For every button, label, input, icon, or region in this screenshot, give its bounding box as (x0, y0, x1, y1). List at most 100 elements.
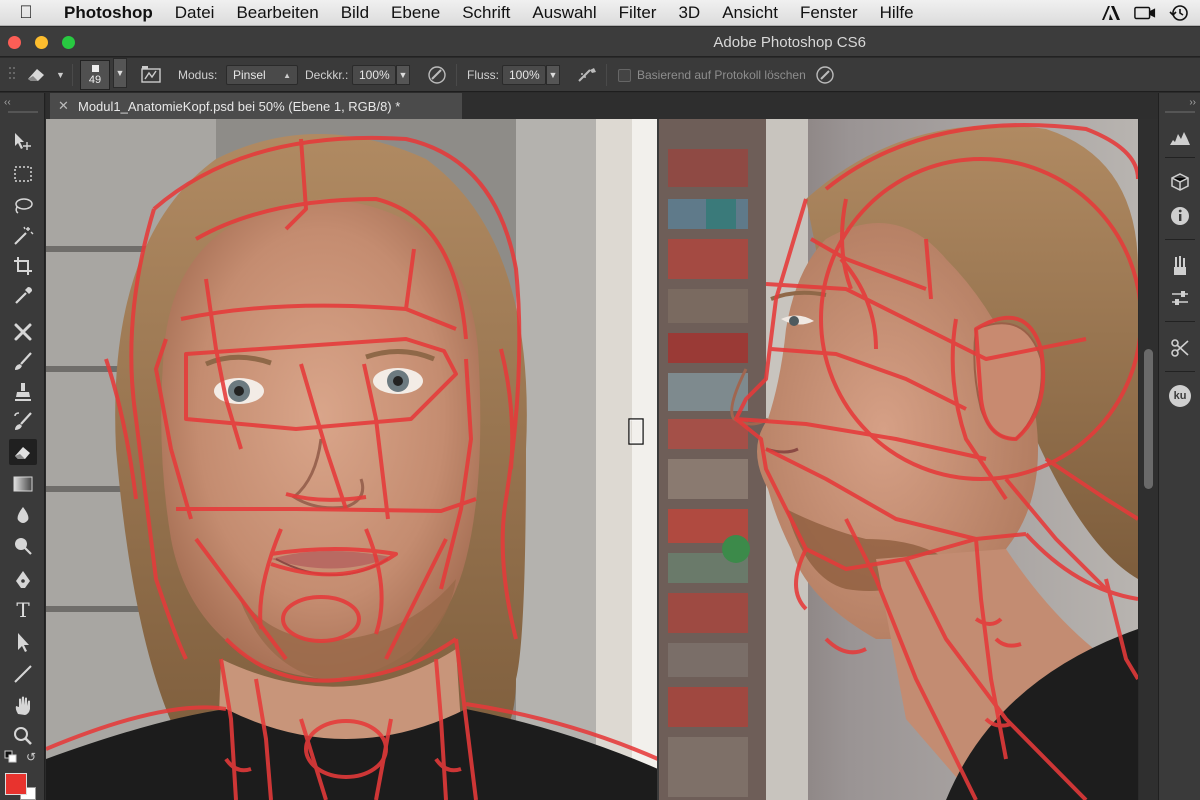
apple-icon[interactable]:  (0, 2, 52, 23)
toolbox: ‹‹ T ↺ (0, 93, 45, 800)
mode-value: Pinsel (233, 68, 266, 82)
panel-separator (1165, 321, 1195, 322)
blur-tool[interactable] (9, 503, 37, 529)
chevron-down-icon: ▼ (56, 70, 65, 80)
menu-ebene[interactable]: Ebene (380, 0, 451, 26)
hand-tool[interactable] (9, 693, 37, 719)
brush-presets-icon[interactable] (1167, 253, 1193, 279)
brush-picker-dropdown[interactable]: ▼ (113, 58, 127, 88)
document-tabbar: ✕ Modul1_AnatomieKopf.psd bei 50% (Ebene… (46, 93, 1158, 119)
scrollbar-thumb[interactable] (1144, 349, 1153, 489)
collapse-icon[interactable]: ‹‹ (4, 97, 11, 108)
gradient-tool[interactable] (9, 471, 37, 497)
document-tab-title: Modul1_AnatomieKopf.psd bei 50% (Ebene 1… (78, 98, 401, 114)
window-minimize-button[interactable] (35, 36, 48, 49)
airbrush-toggle[interactable] (576, 64, 600, 86)
stamp-tool[interactable] (9, 379, 37, 405)
ku-label: ku (1169, 385, 1191, 407)
dodge-tool[interactable] (9, 533, 37, 559)
close-icon[interactable]: ✕ (58, 98, 69, 114)
menu-datei[interactable]: Datei (164, 0, 226, 26)
menu-auswahl[interactable]: Auswahl (521, 0, 607, 26)
type-tool[interactable]: T (9, 597, 37, 623)
tool-preset-picker[interactable]: ▼ (24, 64, 65, 86)
toolbox-grip (8, 111, 38, 113)
menu-3d[interactable]: 3D (667, 0, 711, 26)
foreground-color-swatch[interactable] (5, 773, 27, 795)
window-close-button[interactable] (8, 36, 21, 49)
vertical-scrollbar[interactable] (1139, 119, 1158, 800)
expand-icon[interactable]: ›› (1189, 97, 1196, 108)
info-icon[interactable] (1167, 203, 1193, 229)
line-tool[interactable] (9, 661, 37, 687)
menu-bild[interactable]: Bild (330, 0, 380, 26)
window-title: Adobe Photoshop CS6 (713, 34, 866, 51)
options-bar: ▼ 49 ▼ Modus: Pinsel ▲ Deckkr.: 100% ▼ F… (0, 58, 1200, 92)
menu-ansicht[interactable]: Ansicht (711, 0, 789, 26)
panel-grip (1165, 111, 1195, 113)
flow-field[interactable]: 100% ▼ (502, 64, 560, 86)
options-separator (72, 64, 73, 86)
flow-value: 100% (509, 68, 540, 82)
menu-bearbeiten[interactable]: Bearbeiten (225, 0, 329, 26)
flow-slider-button[interactable]: ▼ (546, 65, 560, 85)
crop-tool[interactable] (9, 253, 37, 279)
pressure-size-toggle[interactable] (814, 64, 836, 86)
3d-icon[interactable] (1167, 169, 1193, 195)
pressure-opacity-toggle[interactable] (426, 64, 448, 86)
document-tab[interactable]: ✕ Modul1_AnatomieKopf.psd bei 50% (Ebene… (50, 93, 462, 119)
panel-dock: ›› ku (1158, 93, 1200, 800)
panel-separator (1165, 157, 1195, 158)
camera-icon[interactable] (1134, 4, 1156, 22)
adjustments-icon[interactable] (1167, 285, 1193, 311)
opacity-field[interactable]: 100% ▼ (352, 64, 410, 86)
marquee-tool[interactable] (9, 161, 37, 187)
panel-separator (1165, 371, 1195, 372)
menu-filter[interactable]: Filter (608, 0, 668, 26)
menu-schrift[interactable]: Schrift (451, 0, 521, 26)
history-erase-checkbox[interactable] (618, 68, 631, 82)
ku-icon[interactable]: ku (1167, 383, 1193, 409)
menu-hilfe[interactable]: Hilfe (869, 0, 925, 26)
history-erase-label: Basierend auf Protokoll löschen (637, 68, 806, 82)
zoom-tool[interactable] (9, 723, 37, 749)
magic-wand-tool[interactable] (9, 223, 37, 249)
mac-menubar:  Photoshop Datei Bearbeiten Bild Ebene … (0, 0, 1200, 26)
canvas-artwork (46, 119, 1138, 800)
brush-panel-toggle[interactable] (140, 64, 162, 86)
opacity-value: 100% (359, 68, 390, 82)
brush-tool[interactable] (9, 349, 37, 375)
default-colors-icon[interactable] (4, 750, 18, 769)
path-selection-tool[interactable] (9, 629, 37, 655)
brush-tip-icon (91, 65, 99, 72)
history-brush-tool[interactable] (9, 409, 37, 435)
brush-size-value: 49 (88, 74, 102, 86)
histogram-icon[interactable] (1167, 125, 1193, 151)
eraser-tool[interactable] (9, 439, 37, 465)
updown-icon: ▲ (283, 70, 291, 80)
pen-tool[interactable] (9, 567, 37, 593)
lasso-tool[interactable] (9, 193, 37, 219)
swap-colors-icon[interactable]: ↺ (26, 750, 36, 764)
menu-fenster[interactable]: Fenster (789, 0, 869, 26)
options-separator (606, 64, 607, 86)
flow-label: Fluss: (467, 68, 500, 82)
eyedropper-tool[interactable] (9, 283, 37, 309)
window-zoom-button[interactable] (62, 36, 75, 49)
healing-tool[interactable] (9, 319, 37, 345)
eraser-icon (24, 65, 50, 86)
history-erase-option[interactable]: Basierend auf Protokoll löschen (618, 64, 806, 86)
document-canvas[interactable] (46, 119, 1138, 800)
mode-select[interactable]: Pinsel ▲ (226, 64, 298, 86)
options-grip (8, 64, 16, 86)
tool-presets-icon[interactable] (1167, 335, 1193, 361)
menu-app[interactable]: Photoshop (52, 0, 164, 26)
mode-label: Modus: (178, 68, 218, 82)
adobe-icon[interactable] (1100, 4, 1122, 22)
options-separator (456, 64, 457, 86)
brush-size-preview[interactable]: 49 (80, 60, 110, 90)
opacity-slider-button[interactable]: ▼ (396, 65, 410, 85)
panel-separator (1165, 239, 1195, 240)
time-machine-icon[interactable] (1168, 4, 1190, 22)
move-tool[interactable] (9, 129, 37, 155)
